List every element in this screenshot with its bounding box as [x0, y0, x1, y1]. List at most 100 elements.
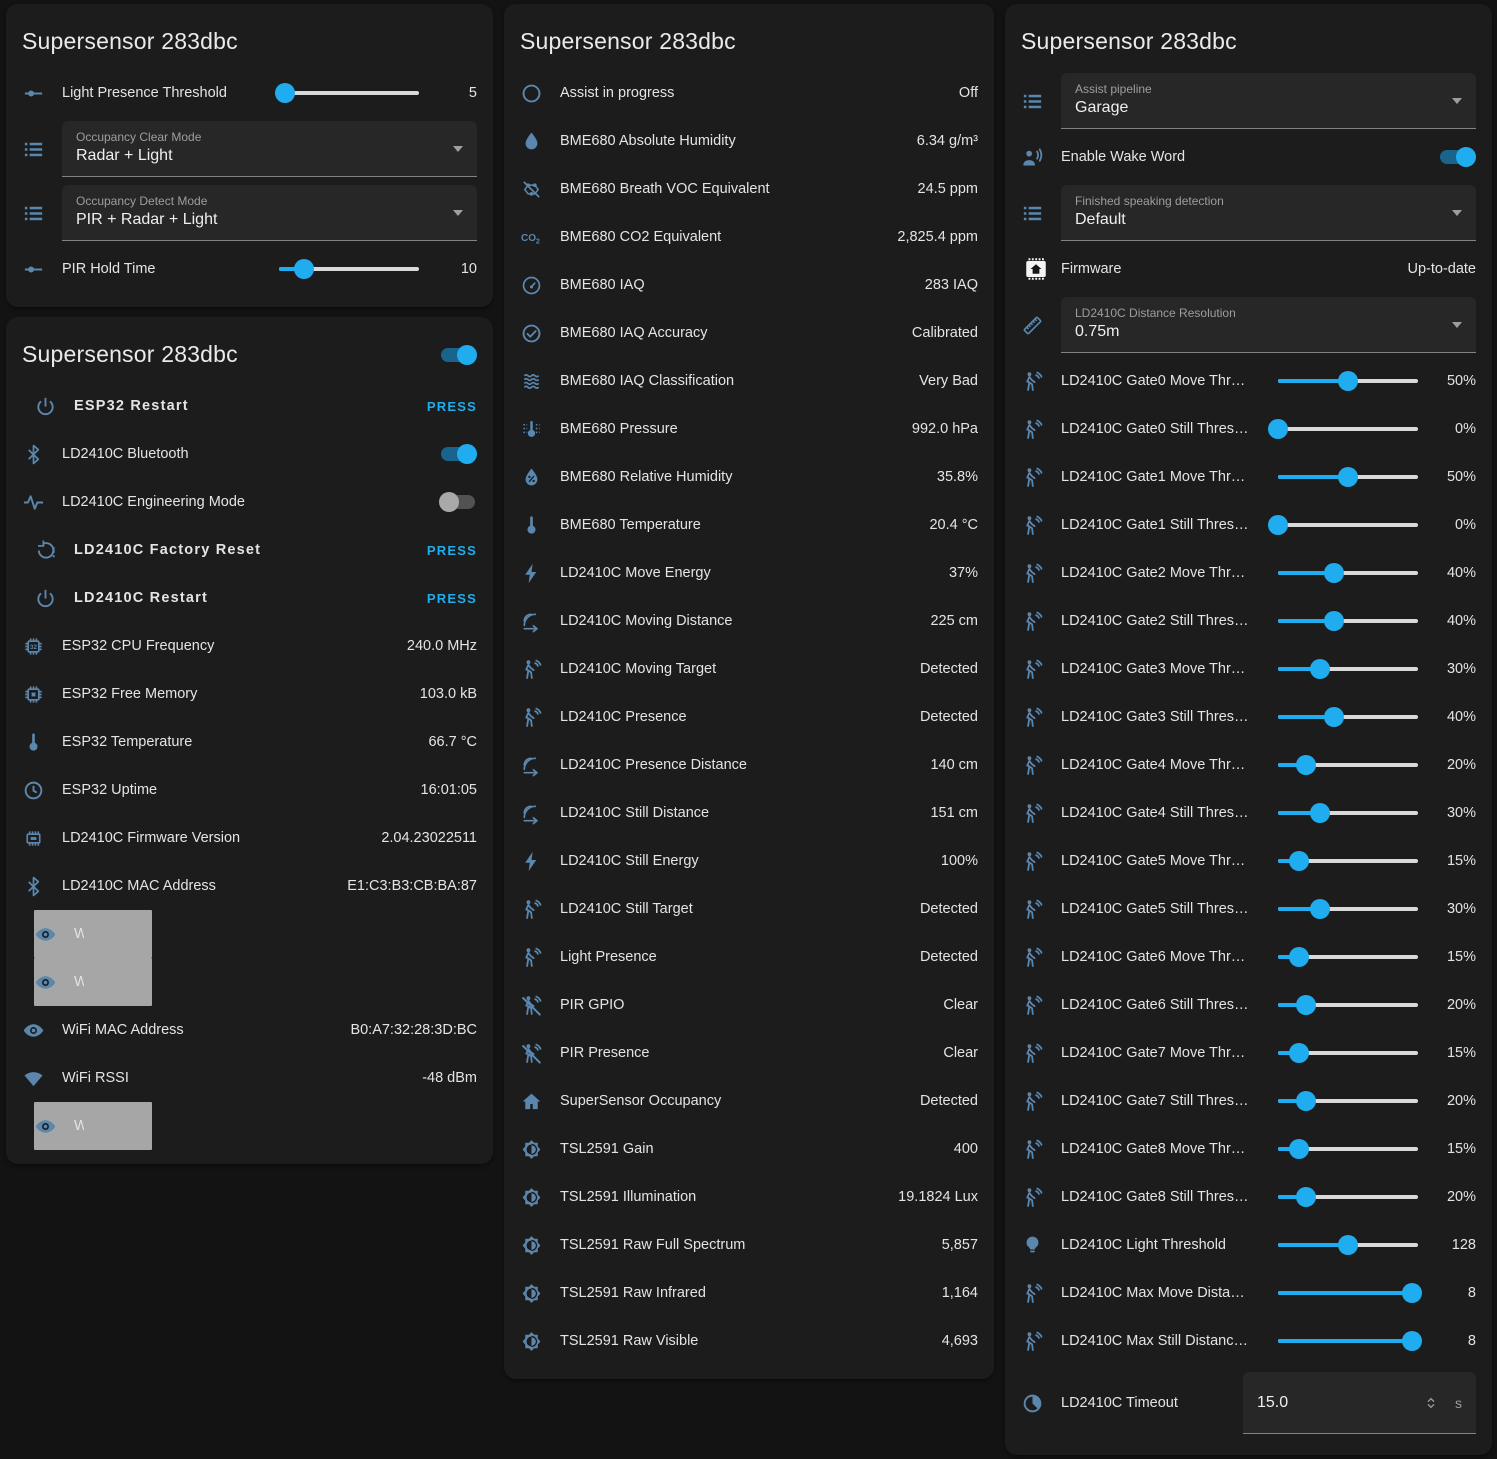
- slider-thumb[interactable]: [1268, 515, 1288, 535]
- ld2410c-engineering-mode-toggle[interactable]: [439, 491, 477, 513]
- row-ld2410c-mac-address[interactable]: LD2410C MAC AddressE1:C3:B3:CB:BA:87: [22, 862, 477, 910]
- slider-thumb[interactable]: [1324, 707, 1344, 727]
- row-tsl2591-raw-full-spectrum[interactable]: TSL2591 Raw Full Spectrum5,857: [520, 1221, 978, 1269]
- ld2410c-gate3-still-thres-slider[interactable]: [1278, 706, 1418, 728]
- row-wifi-mac-address[interactable]: WiFi MAC AddressB0:A7:32:28:3D:BC: [22, 1006, 477, 1054]
- ld2410c-gate1-move-thr-slider[interactable]: [1278, 466, 1418, 488]
- row-bme680-pressure[interactable]: BME680 Pressure992.0 hPa: [520, 405, 978, 453]
- ld2410c-gate5-move-thr-slider[interactable]: [1278, 850, 1418, 872]
- row-supersensor-occupancy[interactable]: SuperSensor OccupancyDetected: [520, 1077, 978, 1125]
- row-ld2410c-still-target[interactable]: LD2410C Still TargetDetected: [520, 885, 978, 933]
- light-presence-threshold-slider[interactable]: [279, 82, 419, 104]
- row-ld2410c-presence-distance[interactable]: LD2410C Presence Distance140 cm: [520, 741, 978, 789]
- assist-pipeline-select[interactable]: Assist pipelineGarage: [1061, 73, 1476, 129]
- row-light-presence[interactable]: Light PresenceDetected: [520, 933, 978, 981]
- card-header-toggle[interactable]: [439, 344, 477, 366]
- slider-thumb[interactable]: [1402, 1283, 1422, 1303]
- esp32-restart-press-button[interactable]: PRESS: [427, 399, 477, 414]
- row-ld2410c-move-energy[interactable]: LD2410C Move Energy37%: [520, 549, 978, 597]
- ld2410c-max-still-distanc-slider[interactable]: [1278, 1330, 1418, 1352]
- ld2410c-gate2-move-thr-slider[interactable]: [1278, 562, 1418, 584]
- row-wifi-bssid[interactable]: WiFi BSSID: [34, 910, 152, 958]
- ld2410c-gate4-move-thr-slider[interactable]: [1278, 754, 1418, 776]
- ld2410c-gate7-move-thr-slider[interactable]: [1278, 1042, 1418, 1064]
- ld2410c-gate2-still-thres-slider[interactable]: [1278, 610, 1418, 632]
- slider-thumb[interactable]: [294, 259, 314, 279]
- occupancy-clear-mode-select[interactable]: Occupancy Clear ModeRadar + Light: [62, 121, 477, 177]
- slider-thumb[interactable]: [1289, 851, 1309, 871]
- row-wifi-rssi[interactable]: WiFi RSSI-48 dBm: [22, 1054, 477, 1102]
- slider-thumb[interactable]: [275, 83, 295, 103]
- ld2410c-gate3-move-thr-slider[interactable]: [1278, 658, 1418, 680]
- ld2410c-gate7-still-thres-slider[interactable]: [1278, 1090, 1418, 1112]
- slider-thumb[interactable]: [1338, 371, 1358, 391]
- slider-thumb[interactable]: [1338, 1235, 1358, 1255]
- row-esp32-free-memory[interactable]: ESP32 Free Memory103.0 kB: [22, 670, 477, 718]
- ld2410c-factory-reset-press-button[interactable]: PRESS: [427, 543, 477, 558]
- row-esp32-uptime[interactable]: ESP32 Uptime16:01:05: [22, 766, 477, 814]
- slider-thumb[interactable]: [1289, 1139, 1309, 1159]
- slider-thumb[interactable]: [1310, 659, 1330, 679]
- ld2410c-gate0-still-thres-slider[interactable]: [1278, 418, 1418, 440]
- ld2410c-max-move-dista-slider[interactable]: [1278, 1282, 1418, 1304]
- row-tsl2591-raw-infrared[interactable]: TSL2591 Raw Infrared1,164: [520, 1269, 978, 1317]
- ld2410c-gate0-move-thr-slider[interactable]: [1278, 370, 1418, 392]
- row-wifi-ip-address[interactable]: WiFi IP Address: [34, 958, 152, 1006]
- row-wifi-ssid[interactable]: WiFi SSID: [34, 1102, 152, 1150]
- row-pir-presence[interactable]: PIR PresenceClear: [520, 1029, 978, 1077]
- row-esp32-cpu-frequency[interactable]: 32ESP32 CPU Frequency240.0 MHz: [22, 622, 477, 670]
- ld2410c-gate6-still-thres-slider[interactable]: [1278, 994, 1418, 1016]
- ld2410c-gate8-still-thres-slider[interactable]: [1278, 1186, 1418, 1208]
- ld2410c-distance-resolution-select[interactable]: LD2410C Distance Resolution0.75m: [1061, 297, 1476, 353]
- ld2410c-gate4-still-thres-slider[interactable]: [1278, 802, 1418, 824]
- row-bme680-iaq-accuracy[interactable]: BME680 IAQ AccuracyCalibrated: [520, 309, 978, 357]
- ld2410c-timeout-number-field[interactable]: 15.0s: [1243, 1372, 1476, 1434]
- row-bme680-absolute-humidity[interactable]: BME680 Absolute Humidity6.34 g/m³: [520, 117, 978, 165]
- stepper-icon[interactable]: [1421, 1395, 1441, 1411]
- ld2410c-gate5-still-thres-slider[interactable]: [1278, 898, 1418, 920]
- row-ld2410c-moving-distance[interactable]: LD2410C Moving Distance225 cm: [520, 597, 978, 645]
- enable-wake-word-toggle[interactable]: [1438, 146, 1476, 168]
- slider-thumb[interactable]: [1268, 419, 1288, 439]
- slider-thumb[interactable]: [1402, 1331, 1422, 1351]
- ld2410c-bluetooth-toggle[interactable]: [439, 443, 477, 465]
- ld2410c-gate1-still-thres-slider[interactable]: [1278, 514, 1418, 536]
- slider-thumb[interactable]: [1310, 803, 1330, 823]
- occupancy-detect-mode-select[interactable]: Occupancy Detect ModePIR + Radar + Light: [62, 185, 477, 241]
- row-assist-in-progress[interactable]: Assist in progressOff: [520, 69, 978, 117]
- row-firmware[interactable]: FirmwareUp-to-date: [1021, 245, 1476, 293]
- ld2410c-light-threshold-slider[interactable]: [1278, 1234, 1418, 1256]
- slider-thumb[interactable]: [1289, 1043, 1309, 1063]
- row-bme680-co2-equivalent[interactable]: CO2BME680 CO2 Equivalent2,825.4 ppm: [520, 213, 978, 261]
- row-ld2410c-still-energy[interactable]: LD2410C Still Energy100%: [520, 837, 978, 885]
- row-tsl2591-gain[interactable]: TSL2591 Gain400: [520, 1125, 978, 1173]
- slider-thumb[interactable]: [1324, 611, 1344, 631]
- slider-thumb[interactable]: [1310, 899, 1330, 919]
- slider-thumb[interactable]: [1289, 947, 1309, 967]
- slider-thumb[interactable]: [1296, 1091, 1316, 1111]
- row-esp32-temperature[interactable]: ESP32 Temperature66.7 °C: [22, 718, 477, 766]
- ld2410c-gate8-move-thr-slider[interactable]: [1278, 1138, 1418, 1160]
- row-ld2410c-firmware-version[interactable]: LD2410C Firmware Version2.04.23022511: [22, 814, 477, 862]
- row-tsl2591-illumination[interactable]: TSL2591 Illumination19.1824 Lux: [520, 1173, 978, 1221]
- pir-hold-time-slider[interactable]: [279, 258, 419, 280]
- row-bme680-temperature[interactable]: BME680 Temperature20.4 °C: [520, 501, 978, 549]
- slider-thumb[interactable]: [1296, 755, 1316, 775]
- row-pir-gpio[interactable]: PIR GPIOClear: [520, 981, 978, 1029]
- row-ld2410c-still-distance[interactable]: LD2410C Still Distance151 cm: [520, 789, 978, 837]
- slider-thumb[interactable]: [1324, 563, 1344, 583]
- row-tsl2591-raw-visible[interactable]: TSL2591 Raw Visible4,693: [520, 1317, 978, 1365]
- finished-speaking-detection-select[interactable]: Finished speaking detectionDefault: [1061, 185, 1476, 241]
- row-bme680-relative-humidity[interactable]: BME680 Relative Humidity35.8%: [520, 453, 978, 501]
- row-ld2410c-moving-target[interactable]: LD2410C Moving TargetDetected: [520, 645, 978, 693]
- row-bme680-iaq[interactable]: BME680 IAQ283 IAQ: [520, 261, 978, 309]
- distance-icon: [520, 754, 560, 777]
- row-bme680-breath-voc-equivalent[interactable]: BME680 Breath VOC Equivalent24.5 ppm: [520, 165, 978, 213]
- row-bme680-iaq-classification[interactable]: BME680 IAQ ClassificationVery Bad: [520, 357, 978, 405]
- slider-thumb[interactable]: [1296, 1187, 1316, 1207]
- row-ld2410c-presence[interactable]: LD2410C PresenceDetected: [520, 693, 978, 741]
- ld2410c-gate6-move-thr-slider[interactable]: [1278, 946, 1418, 968]
- slider-thumb[interactable]: [1338, 467, 1358, 487]
- slider-thumb[interactable]: [1296, 995, 1316, 1015]
- ld2410c-restart-press-button[interactable]: PRESS: [427, 591, 477, 606]
